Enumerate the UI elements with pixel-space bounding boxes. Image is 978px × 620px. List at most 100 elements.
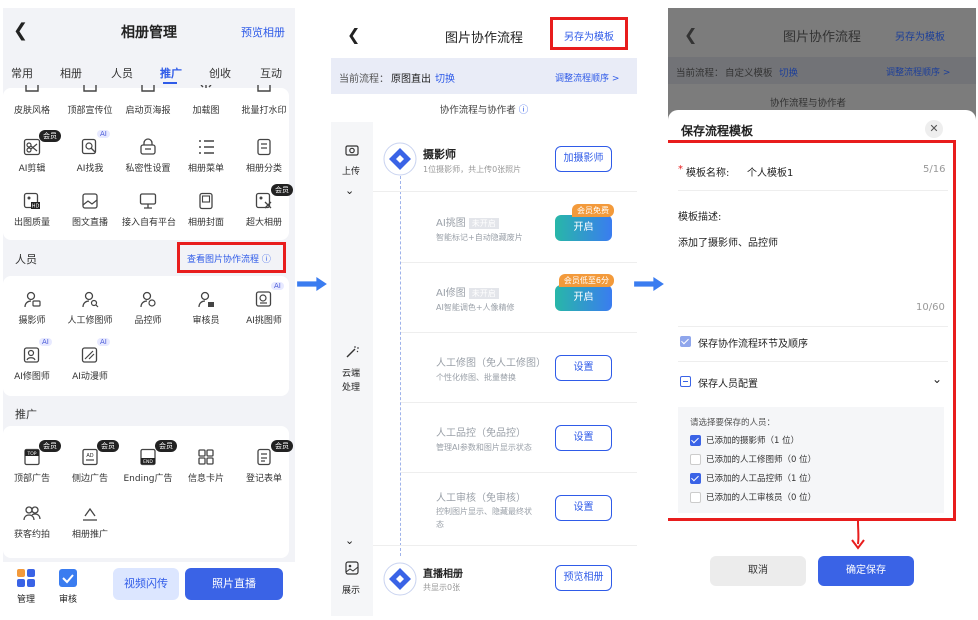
tab-common[interactable]: 常用 — [11, 65, 33, 81]
ai-retouch-open-button[interactable]: 开启 会员低至6分 — [555, 274, 614, 311]
preview-album-button[interactable]: 预览相册 — [555, 565, 612, 591]
top-ad-item[interactable]: TOP 会员 顶部广告 — [6, 440, 61, 484]
output-quality-item[interactable]: HD 出图质量 — [6, 192, 58, 228]
confirm-save-button[interactable]: 确定保存 — [818, 556, 914, 586]
tab-promotion[interactable]: 推广 — [160, 65, 182, 81]
status-tag: 未开启 — [468, 288, 499, 299]
register-form-item[interactable]: 会员 登记表单 — [238, 440, 293, 484]
tab-people[interactable]: 人员 — [111, 65, 133, 81]
close-icon[interactable]: ✕ — [925, 120, 943, 138]
current-flow-value: 自定义模板 — [725, 68, 773, 79]
batch-watermark-item[interactable]: 批量打水印 — [238, 80, 290, 116]
own-platform-item[interactable]: 接入自有平台 — [122, 192, 176, 228]
item-label: 加载图 — [192, 106, 220, 116]
top-banner-item[interactable]: 顶部宣传位 — [64, 80, 116, 116]
vip-badge: 会员 — [271, 184, 293, 196]
info-card-item[interactable]: 信息卡片 — [180, 448, 232, 484]
side-cloud-label: 云端 — [342, 369, 361, 379]
switch-flow-link[interactable]: 切换 — [779, 65, 798, 79]
manage-label: 管理 — [16, 595, 35, 605]
ai-retoucher-item[interactable]: AI AI修图师 — [6, 338, 58, 382]
ai-pick-title-text: AI挑图 — [436, 218, 466, 229]
manual-retouch-sub: 个性化修图、批量替换 — [436, 373, 516, 382]
ai-pick-open-button[interactable]: 开启 会员免费 — [555, 204, 614, 241]
manual-audit-title: 人工审核（免审核） — [436, 493, 526, 504]
item-label: AI修图师 — [14, 372, 50, 382]
retoucher-item[interactable]: 人工修图师 — [64, 290, 116, 326]
item-label: 侧边广告 — [71, 474, 108, 484]
item-label: 相册封面 — [187, 218, 224, 228]
ai-picker-item[interactable]: AI AI挑图师 — [238, 282, 290, 326]
qc-item[interactable]: 品控师 — [122, 290, 174, 326]
vip-badge: 会员 — [97, 440, 119, 452]
ending-ad-item[interactable]: END 会员 Ending广告 — [122, 440, 177, 484]
skin-style-item[interactable]: 皮肤风格 — [6, 80, 58, 116]
side-ad-item[interactable]: AD 会员 侧边广告 — [64, 440, 119, 484]
vip-badge: 会员 — [155, 440, 177, 452]
ai-clip-item[interactable]: 会员 AI剪辑 — [6, 130, 61, 174]
manage-tab[interactable]: 管理 — [15, 568, 37, 605]
chevron-down-icon[interactable]: ⌄ — [345, 534, 354, 547]
manual-qc-setting-button[interactable]: 设置 — [555, 425, 612, 451]
audit-tab[interactable]: 审核 — [57, 568, 79, 605]
loading-image-item[interactable]: 加载图 — [180, 80, 232, 116]
person-check-icon — [139, 290, 157, 308]
cancel-button[interactable]: 取消 — [710, 556, 806, 586]
switch-flow-link[interactable]: 切换 — [435, 70, 455, 85]
tab-income[interactable]: 创收 — [209, 65, 231, 81]
grid-icon — [197, 448, 215, 466]
divider — [401, 332, 637, 333]
manual-audit-setting-button[interactable]: 设置 — [555, 495, 612, 521]
collaboration-flow-panel: ❮ 图片协作流程 另存为模板 当前流程： 原图直出 切换 调整流程顺序 > 协作… — [331, 8, 637, 616]
privacy-setting-item[interactable]: 私密性设置 — [122, 138, 174, 174]
preview-album-link[interactable]: 预览相册 — [241, 24, 285, 40]
photo-text-live-item[interactable]: 图文直播 — [64, 192, 116, 228]
lead-booking-item[interactable]: 获客约拍 — [6, 504, 58, 540]
launch-poster-item[interactable]: 启动页海报 — [122, 80, 174, 116]
auditor-item[interactable]: 审核员 — [180, 290, 232, 326]
ai-pick-icon: AI — [255, 282, 284, 308]
manual-retouch-setting-button[interactable]: 设置 — [555, 355, 612, 381]
ai-find-me-item[interactable]: AI AI找我 — [64, 130, 116, 174]
album-promo-item[interactable]: 相册推广 — [64, 504, 116, 540]
ai-anime-item[interactable]: AI AI动漫师 — [64, 338, 116, 382]
item-label: Ending广告 — [123, 474, 173, 484]
bottom-bar: 管理 审核 视频闪传 照片直播 — [3, 562, 295, 616]
item-label: 登记表单 — [245, 474, 282, 484]
item-label: 相册分类 — [245, 164, 282, 174]
ending-ad-icon: END 会员 — [139, 440, 177, 466]
adjust-order-link[interactable]: 调整流程顺序 > — [555, 71, 619, 84]
ai-badge: AI — [97, 130, 110, 138]
album-menu-item[interactable]: 相册菜单 — [180, 138, 232, 174]
help-icon[interactable]: ⓘ — [519, 105, 529, 116]
video-flash-button[interactable]: 视频闪传 — [113, 568, 179, 600]
ai-anime-icon: AI — [81, 338, 110, 364]
album-management-panel: ❮ 相册管理 预览相册 常用 相册 人员 推广 创收 互动 皮肤风格 顶部宣传位… — [3, 8, 295, 616]
album-category-item[interactable]: 相册分类 — [238, 138, 290, 174]
ai-badge: AI — [271, 282, 284, 290]
add-photographer-button[interactable]: 加摄影师 — [555, 146, 612, 172]
promo-section-title: 推广 — [15, 408, 37, 421]
photographer-item[interactable]: 摄影师 — [6, 290, 58, 326]
album-cover-item[interactable]: 相册封面 — [180, 192, 232, 228]
ai-retouch-sub: AI智能调色+人像精修 — [436, 303, 515, 312]
highlight-box — [177, 242, 286, 273]
watermark-icon — [255, 80, 273, 98]
large-album-item[interactable]: 会员 超大相册 — [238, 184, 293, 228]
ai-badge: AI — [39, 338, 52, 346]
modal-title: 保存流程模板 — [681, 124, 754, 138]
flow-dashed-line — [400, 176, 401, 556]
tools-card: 皮肤风格 顶部宣传位 启动页海报 加载图 批量打水印 会员 AI剪辑 AI AI… — [3, 84, 293, 240]
item-label: AI挑图师 — [246, 316, 282, 326]
photo-live-button[interactable]: 照片直播 — [185, 568, 283, 600]
adjust-order-link[interactable]: 调整流程顺序 > — [886, 65, 950, 78]
chevron-down-icon[interactable]: ⌄ — [345, 184, 354, 197]
save-as-template-button[interactable]: 另存为模板 — [895, 28, 945, 43]
vip-badge: 会员 — [39, 440, 61, 452]
tab-album[interactable]: 相册 — [60, 65, 82, 81]
current-flow-label: 当前流程： — [676, 68, 724, 79]
save-as-template-button[interactable]: 另存为模板 — [564, 28, 614, 43]
face-search-icon: AI — [81, 130, 110, 156]
tab-interact[interactable]: 互动 — [260, 65, 282, 81]
people-card: 摄影师 人工修图师 品控师 审核员 AI AI挑图师 AI AI修图师 AI A… — [3, 276, 289, 396]
